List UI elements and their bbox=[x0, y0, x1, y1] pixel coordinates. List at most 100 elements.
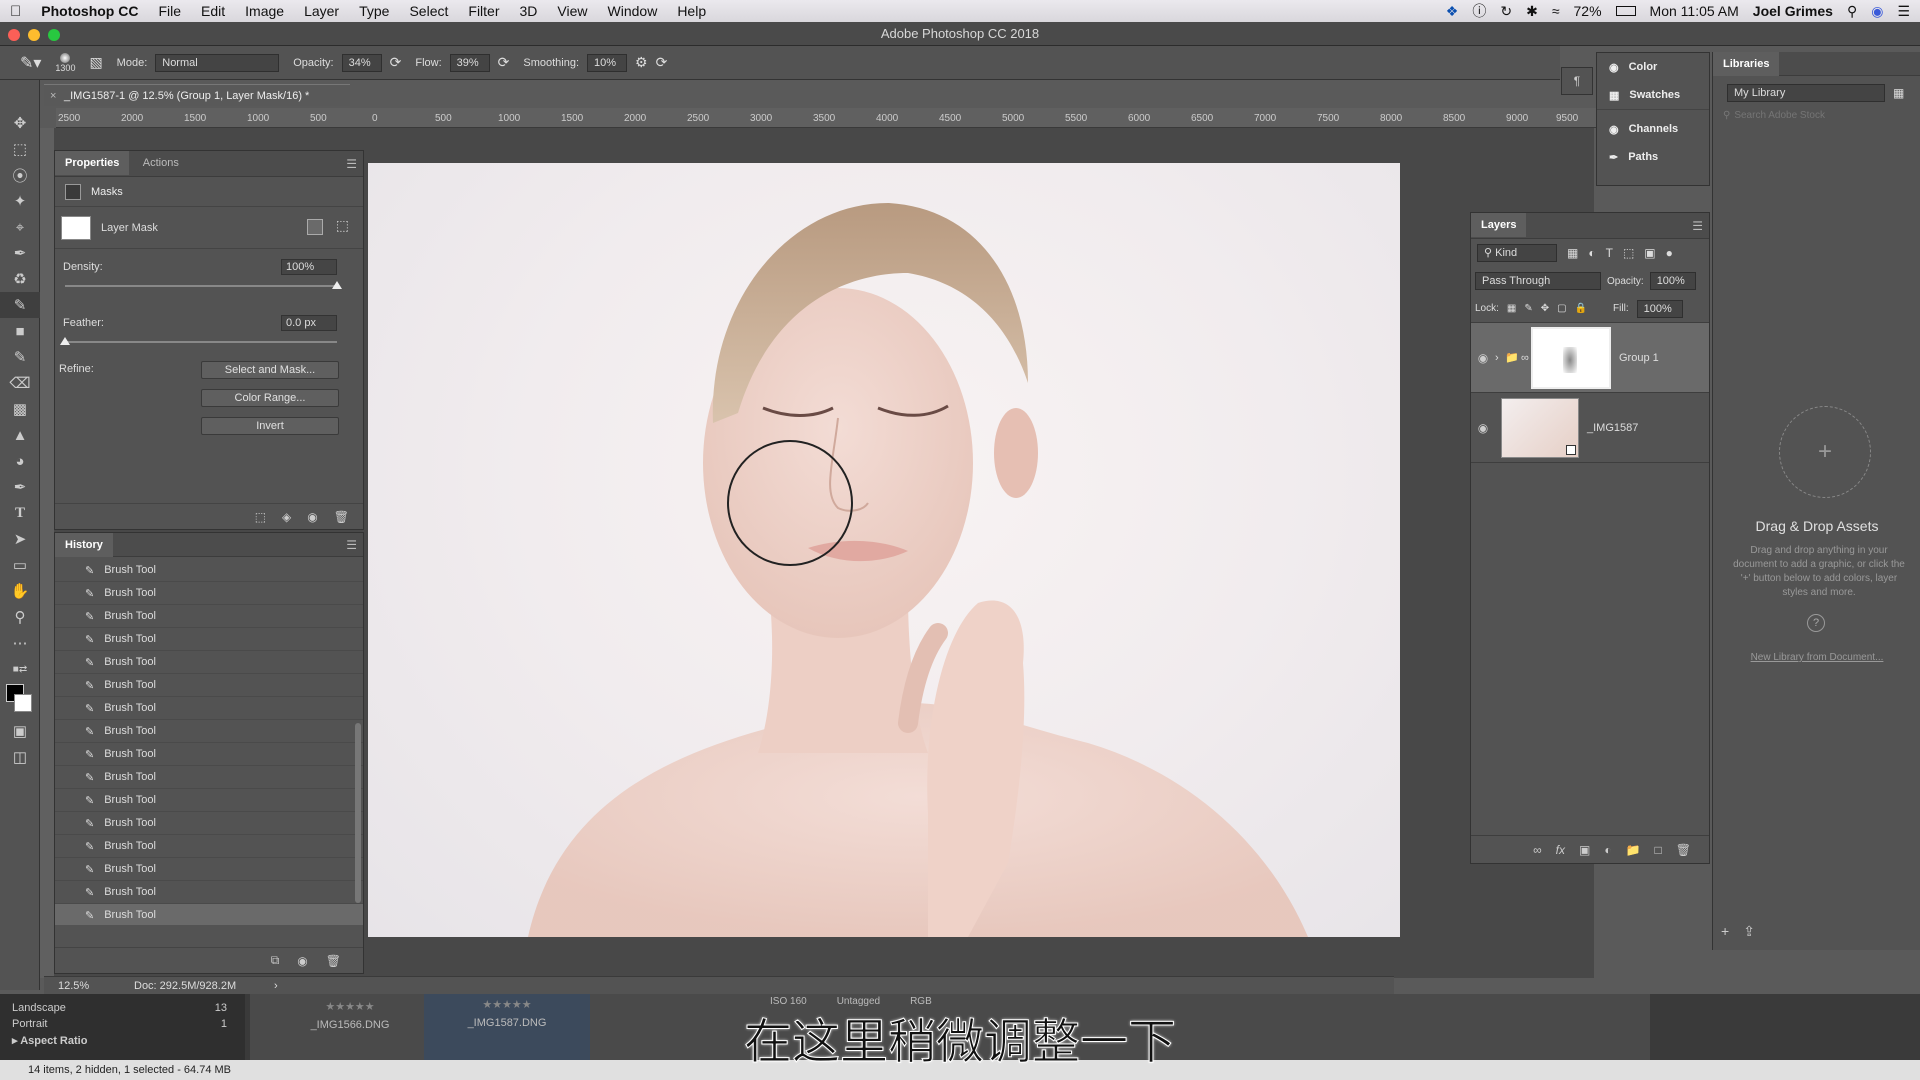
default-colors-icon[interactable]: ■⇄ bbox=[0, 656, 40, 682]
brush-tool-preset-icon[interactable]: ✎▾ bbox=[20, 53, 41, 73]
history-item[interactable]: ✎ Brush Tool bbox=[55, 789, 363, 812]
filter-pixel-icon[interactable]: ▦ bbox=[1567, 246, 1578, 260]
history-item[interactable]: ✎ Brush Tool bbox=[55, 697, 363, 720]
create-snapshot-camera-icon[interactable]: ◉ bbox=[297, 954, 307, 968]
visibility-eye-icon[interactable]: ◉ bbox=[1471, 421, 1495, 435]
pressure-opacity-icon[interactable]: ⟳ bbox=[390, 54, 402, 71]
history-item[interactable]: ✎ Brush Tool bbox=[55, 605, 363, 628]
select-and-mask-button[interactable]: Select and Mask... bbox=[201, 361, 339, 379]
filter-type-icon[interactable]: T bbox=[1606, 246, 1613, 260]
history-item[interactable]: ✎ Brush Tool bbox=[55, 651, 363, 674]
blur-tool-icon[interactable]: ▲ bbox=[0, 422, 40, 448]
lock-artboard-icon[interactable]: ▢ bbox=[1557, 303, 1566, 314]
more-tools-icon[interactable]: ⋯ bbox=[0, 630, 40, 656]
info-icon[interactable]: ⓘ bbox=[1472, 1, 1486, 21]
history-item[interactable]: ✎ Brush Tool bbox=[55, 720, 363, 743]
history-brush-tool-icon[interactable]: ✎ bbox=[0, 344, 40, 370]
status-expand-chevron-icon[interactable]: › bbox=[274, 977, 278, 995]
rectangle-tool-icon[interactable]: ▭ bbox=[0, 552, 40, 578]
history-item[interactable]: ✎ Brush Tool bbox=[55, 582, 363, 605]
tab-actions[interactable]: Actions bbox=[133, 151, 189, 175]
dodge-tool-icon[interactable]: ◕ bbox=[0, 448, 40, 474]
new-library-from-document-link[interactable]: New Library from Document... bbox=[1713, 652, 1920, 663]
density-slider-track[interactable] bbox=[65, 285, 337, 287]
color-range-button[interactable]: Color Range... bbox=[201, 389, 339, 407]
feather-input[interactable]: 0.0 px bbox=[281, 315, 337, 331]
minimize-window-button[interactable] bbox=[28, 29, 40, 41]
bluetooth-icon[interactable]: ✱ bbox=[1526, 3, 1538, 20]
adjustment-layer-icon[interactable]: ◐ bbox=[1604, 843, 1611, 857]
quick-select-tool-icon[interactable]: ✦ bbox=[0, 188, 40, 214]
history-item[interactable]: ✎ Brush Tool bbox=[55, 628, 363, 651]
vector-mask-icon[interactable]: ⬚ bbox=[336, 217, 349, 234]
battery-icon[interactable] bbox=[1615, 6, 1636, 16]
add-mask-icon[interactable]: ▣ bbox=[1579, 843, 1590, 857]
opacity-input[interactable]: 34% bbox=[341, 53, 382, 72]
filter-smart-object-icon[interactable]: ▣ bbox=[1644, 246, 1655, 260]
marquee-tool-icon[interactable]: ⬚ bbox=[0, 136, 40, 162]
mask-link-icon[interactable]: ∞ bbox=[1521, 352, 1531, 364]
layer-style-fx-icon[interactable]: fx bbox=[1556, 843, 1565, 857]
history-item[interactable]: ✎ Brush Tool bbox=[55, 674, 363, 697]
blend-mode-select[interactable]: Pass Through bbox=[1475, 272, 1601, 290]
menu-window[interactable]: Window bbox=[598, 3, 668, 19]
zoom-level[interactable]: 12.5% bbox=[58, 977, 89, 995]
menu-3d[interactable]: 3D bbox=[510, 3, 548, 19]
wifi-icon[interactable]: ≈ bbox=[1552, 3, 1560, 19]
history-panel-title[interactable]: History bbox=[55, 533, 113, 557]
layer-thumbnail[interactable] bbox=[1501, 397, 1579, 458]
filter-adjustment-icon[interactable]: ◐ bbox=[1588, 246, 1595, 260]
history-panel-menu-icon[interactable]: ☰ bbox=[346, 538, 357, 552]
airbrush-icon[interactable]: ⟳ bbox=[498, 54, 510, 71]
menu-app-name[interactable]: Photoshop CC bbox=[31, 3, 148, 19]
delete-state-trash-icon[interactable]: 🗑 bbox=[326, 954, 341, 968]
tab-properties[interactable]: Properties bbox=[55, 151, 130, 175]
menu-file[interactable]: File bbox=[148, 3, 191, 19]
filter-shape-icon[interactable]: ⬚ bbox=[1623, 246, 1634, 260]
new-document-from-state-icon[interactable]: ⧉ bbox=[271, 953, 280, 968]
close-window-button[interactable] bbox=[8, 29, 20, 41]
delete-mask-trash-icon[interactable]: 🗑 bbox=[334, 510, 349, 524]
menu-view[interactable]: View bbox=[547, 3, 597, 19]
delete-layer-trash-icon[interactable]: 🗑 bbox=[1676, 843, 1691, 857]
menu-layer[interactable]: Layer bbox=[294, 3, 349, 19]
screen-mode-icon[interactable]: ◫ bbox=[0, 744, 40, 770]
density-slider-thumb[interactable] bbox=[332, 281, 342, 289]
lasso-tool-icon[interactable]: ⦿ bbox=[0, 162, 40, 188]
apple-icon[interactable]:  bbox=[0, 3, 31, 20]
dock-paths[interactable]: ✒ Paths bbox=[1597, 143, 1709, 171]
expand-chevron-icon[interactable]: › bbox=[1495, 352, 1505, 364]
add-asset-circle[interactable]: + bbox=[1779, 406, 1871, 498]
close-document-icon[interactable]: × bbox=[50, 85, 56, 107]
eraser-tool-icon[interactable]: ⌫ bbox=[0, 370, 40, 396]
smoothing-settings-gear-icon[interactable]: ⚙ bbox=[635, 54, 648, 71]
feather-slider-thumb[interactable] bbox=[60, 337, 70, 345]
stock-search-input[interactable] bbox=[1734, 110, 1895, 121]
move-tool-icon[interactable]: ✥ bbox=[0, 110, 40, 136]
lock-all-icon[interactable]: 🔒 bbox=[1575, 303, 1587, 314]
disable-mask-eye-icon[interactable]: ◉ bbox=[307, 510, 317, 524]
time-machine-icon[interactable]: ↻ bbox=[1500, 3, 1512, 20]
battery-percent[interactable]: 72% bbox=[1574, 3, 1602, 19]
history-item[interactable]: ✎ Brush Tool bbox=[55, 559, 363, 582]
document-canvas-photo[interactable] bbox=[368, 163, 1400, 937]
paragraph-panel-icon[interactable]: ¶ bbox=[1561, 67, 1593, 95]
layer-opacity-input[interactable]: 100% bbox=[1649, 272, 1696, 290]
type-tool-icon[interactable]: T bbox=[0, 500, 40, 526]
brush-size-preview[interactable]: 1300 bbox=[49, 52, 81, 73]
eyedropper-tool-icon[interactable]: ✒ bbox=[0, 240, 40, 266]
menu-help[interactable]: Help bbox=[667, 3, 716, 19]
clone-stamp-tool-icon[interactable]: ■ bbox=[0, 318, 40, 344]
dock-color[interactable]: ◉ Color bbox=[1597, 53, 1709, 81]
crop-tool-icon[interactable]: ⌖ bbox=[0, 214, 40, 240]
history-item[interactable]: ✎ Brush Tool bbox=[55, 858, 363, 881]
lock-image-icon[interactable]: ✎ bbox=[1524, 303, 1532, 314]
user-name[interactable]: Joel Grimes bbox=[1753, 3, 1833, 19]
new-layer-icon[interactable]: □ bbox=[1655, 843, 1662, 857]
dock-swatches[interactable]: ▦ Swatches bbox=[1597, 81, 1709, 109]
zoom-window-button[interactable] bbox=[48, 29, 60, 41]
doc-size[interactable]: Doc: 292.5M/928.2M bbox=[134, 977, 236, 995]
healing-brush-tool-icon[interactable]: ♻ bbox=[0, 266, 40, 292]
history-item[interactable]: ✎ Brush Tool bbox=[55, 835, 363, 858]
fill-input[interactable]: 100% bbox=[1636, 299, 1683, 318]
